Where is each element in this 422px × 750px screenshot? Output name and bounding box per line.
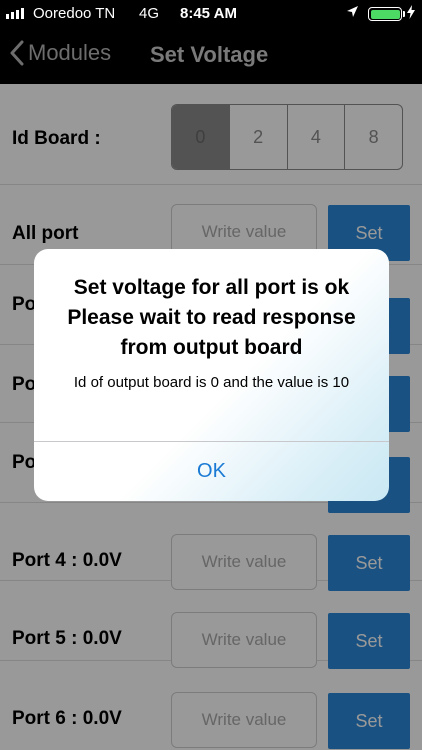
battery-tip [403, 11, 405, 17]
alert-title-line-1: Set voltage for all port is ok [73, 276, 350, 299]
network-type: 4G [139, 5, 160, 22]
battery-icon [368, 7, 402, 21]
carrier-name: Ooredoo TN [33, 5, 116, 22]
page-title: Set Voltage [150, 42, 269, 67]
chevron-left-icon [10, 40, 24, 66]
charging-bolt-icon [407, 5, 415, 22]
back-button-label: Modules [28, 40, 112, 65]
alert-ok-button[interactable]: OK [34, 442, 389, 501]
alert-title-line-3: from output board [120, 336, 303, 359]
back-button[interactable]: Modules [10, 40, 111, 66]
battery-level-fill [370, 9, 400, 19]
alert-message: Id of output board is 0 and the value is… [73, 374, 350, 391]
navigation-bar: Modules Set Voltage [0, 28, 422, 84]
location-arrow-icon [346, 5, 359, 21]
status-time: 8:45 AM [180, 5, 237, 22]
signal-strength-icon [6, 8, 24, 19]
alert-title: Set voltage for all port is ok Please wa… [34, 273, 389, 363]
status-bar: Ooredoo TN 4G 8:45 AM [0, 0, 422, 28]
alert-title-line-2: Please wait to read response [67, 306, 356, 329]
alert-dialog: Set voltage for all port is ok Please wa… [34, 249, 389, 501]
